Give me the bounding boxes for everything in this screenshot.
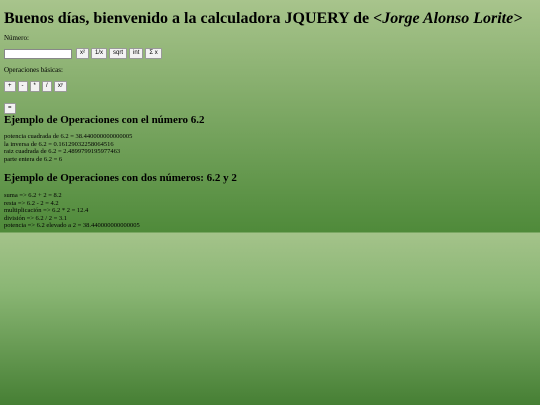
number-input[interactable] [4,48,72,59]
example-two-heading: Ejemplo de Operaciones con dos números: … [4,172,237,184]
result-line: resta => 6.2 - 2 = 4.2 [4,199,59,207]
equals-row: = [4,96,16,114]
sum-button[interactable]: Σ x [145,48,162,59]
page-title-prefix: Buenos días, bienvenido a la calculadora… [4,10,374,27]
divide-button[interactable]: / [41,81,52,92]
example-two-results: suma => 6.2 + 2 = 8.2 resta => 6.2 - 2 =… [4,192,140,230]
ops-row: + - * / xʸ [4,81,67,92]
result-line: la inversa de 6.2 = 0.16129032258064516 [4,140,114,148]
result-line: potencia cuadrada de 6.2 = 38.4400000000… [4,133,133,140]
page-title: Buenos días, bienvenido a la calculadora… [4,10,522,28]
int-button[interactable]: int [129,48,144,59]
example-one-heading: Ejemplo de Operaciones con el número 6.2 [4,114,205,126]
example-one-results: potencia cuadrada de 6.2 = 38.4400000000… [4,133,132,163]
inverse-button[interactable]: 1/x [91,48,108,59]
power-button[interactable]: xʸ [53,81,67,92]
multiply-button[interactable]: * [29,81,40,92]
result-line: suma => 6.2 + 2 = 8.2 [4,192,62,199]
subtract-button[interactable]: - [17,81,28,92]
sqrt-button[interactable]: sqrt [109,48,128,59]
result-line: raiz cuadrada de 6.2 = 2.489979919597746… [4,148,121,156]
result-line: potencia => 6.2 elevado a 2 = 38.4400000… [4,222,140,230]
number-row: x² 1/x sqrt int Σ x [4,48,162,59]
number-label: Número: [4,34,29,42]
result-line: división => 6.2 / 2 = 3.1 [4,214,68,222]
result-line: multiplicación => 6.2 * 2 = 12.4 [4,207,89,215]
equals-button[interactable]: = [4,103,16,114]
result-line: parte entera de 6.2 = 6 [4,155,63,163]
square-button[interactable]: x² [76,48,89,59]
add-button[interactable]: + [4,81,16,92]
page-title-author: <Jorge Alonso Lorite> [373,10,523,27]
ops-label: Operaciones básicas: [4,66,63,74]
